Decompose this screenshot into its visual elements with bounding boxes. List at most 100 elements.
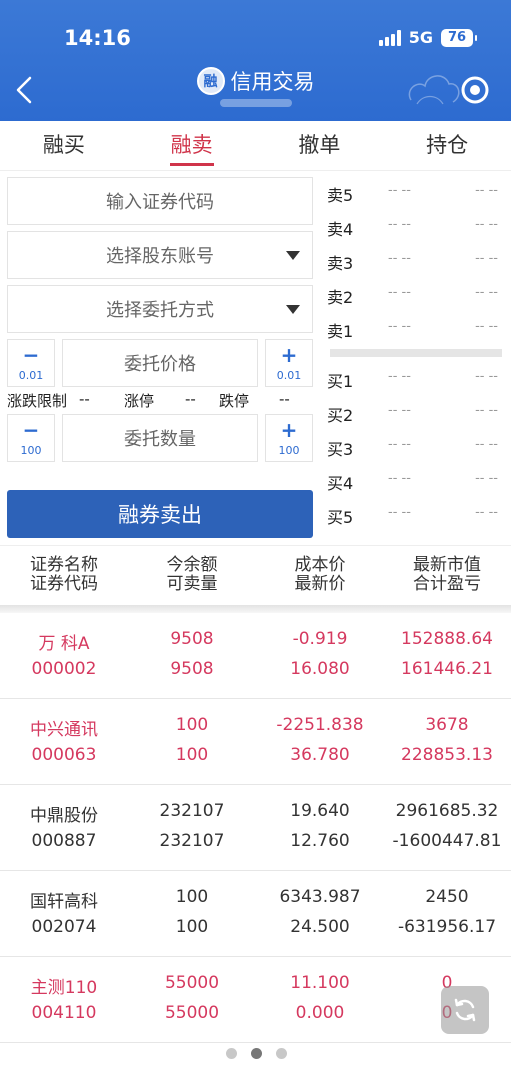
ask-volume: -- --: [475, 319, 498, 334]
sellable: 100: [175, 917, 209, 937]
ask-row[interactable]: 卖4 -- -- -- --: [322, 210, 506, 244]
total-pnl: 161446.21: [401, 659, 493, 679]
trade-tabs: 融买 融卖 撤单 持仓: [0, 121, 511, 171]
bid-row[interactable]: 买2 -- -- -- --: [322, 396, 506, 430]
page-title: 信用交易: [230, 70, 315, 94]
total-pnl: -631956.17: [397, 917, 497, 937]
status-time: 14:16: [64, 26, 131, 50]
bid-label: 买2: [327, 406, 354, 425]
order-price-input[interactable]: 委托价格: [62, 339, 258, 387]
last-price: 0.000: [295, 1003, 345, 1023]
ask-row[interactable]: 卖5 -- -- -- --: [322, 176, 506, 210]
positions-table-header: 证券名称 证券代码 今余额 可卖量 成本价 最新价 最新市值 合计盈亏: [0, 545, 511, 605]
sellable: 55000: [164, 1003, 220, 1023]
header-security-code: 证券代码: [30, 574, 98, 594]
tab-cancel-order[interactable]: 撤单: [256, 121, 384, 170]
security-code-input[interactable]: 输入证券代码: [7, 177, 313, 225]
ask-price: -- --: [388, 217, 411, 232]
bid-volume: -- --: [475, 403, 498, 418]
table-row[interactable]: 主测110 004110 55000 55000 11.100 0.000 0 …: [0, 957, 511, 1043]
orderbook-divider: [330, 349, 502, 357]
short-sell-submit-button[interactable]: 融券卖出: [7, 490, 313, 538]
header-balance-sellable: 今余额 可卖量: [128, 556, 256, 594]
bid-row[interactable]: 买1 -- -- -- --: [322, 362, 506, 396]
limit-down-label: 跌停: [219, 392, 250, 410]
ask-price: -- --: [388, 251, 411, 266]
security-code: 002074: [31, 917, 97, 937]
page-dot-active[interactable]: [251, 1048, 262, 1059]
refresh-button[interactable]: [441, 986, 489, 1034]
bid-price: -- --: [388, 505, 411, 520]
ask-label: 卖5: [327, 186, 354, 205]
header-sellable: 可卖量: [166, 574, 218, 594]
method-select-placeholder: 选择委托方式: [106, 300, 214, 321]
ask-label: 卖1: [327, 322, 354, 341]
limit-up-label: 涨停: [124, 392, 155, 410]
header-pnl: 合计盈亏: [413, 574, 481, 594]
quantity-increase-button[interactable]: + 100: [265, 414, 313, 462]
price-decrease-button[interactable]: − 0.01: [7, 339, 55, 387]
table-row[interactable]: 万 科A 000002 9508 9508 -0.919 16.080 1528…: [0, 613, 511, 699]
balance: 232107: [159, 801, 225, 821]
ask-row[interactable]: 卖2 -- -- -- --: [322, 278, 506, 312]
tab-positions[interactable]: 持仓: [383, 121, 511, 170]
rong-logo: 融: [196, 67, 225, 95]
table-row[interactable]: 中兴通讯 000063 100 100 -2251.838 36.780 367…: [0, 699, 511, 785]
ask-row[interactable]: 卖3 -- -- -- --: [322, 244, 506, 278]
tab-margin-buy[interactable]: 融买: [0, 121, 128, 170]
total-pnl: 228853.13: [401, 745, 493, 765]
market-value: 2961685.32: [395, 801, 499, 821]
limit-label: 涨跌限制: [7, 392, 68, 410]
security-name: 国轩高科: [30, 892, 98, 912]
price-step-label: 0.01: [18, 368, 44, 382]
cost-price: 11.100: [290, 973, 350, 993]
security-code: 000063: [31, 745, 97, 765]
bid-row[interactable]: 买3 -- -- -- --: [322, 430, 506, 464]
table-row[interactable]: 国轩高科 002074 100 100 6343.987 24.500 2450…: [0, 871, 511, 957]
page-dot[interactable]: [226, 1048, 237, 1059]
tab-margin-sell[interactable]: 融卖: [128, 121, 256, 170]
balance: 100: [175, 887, 209, 907]
last-price: 24.500: [290, 917, 350, 937]
quantity-decrease-button[interactable]: − 100: [7, 414, 55, 462]
price-increase-button[interactable]: + 0.01: [265, 339, 313, 387]
ask-price: -- --: [388, 319, 411, 334]
order-price-placeholder: 委托价格: [124, 354, 196, 375]
app-header: 14:16 5G 76 融 信用交易: [0, 0, 511, 121]
limit-value: --: [79, 390, 90, 408]
order-method-select[interactable]: 选择委托方式: [7, 285, 313, 333]
battery-icon: 76: [441, 28, 477, 47]
header-balance: 今余额: [166, 555, 218, 575]
table-row[interactable]: 中鼎股份 000887 232107 232107 19.640 12.760 …: [0, 785, 511, 871]
bid-price: -- --: [388, 437, 411, 452]
bid-label: 买1: [327, 372, 354, 391]
bid-volume: -- --: [475, 505, 498, 520]
sellable: 100: [175, 745, 209, 765]
minus-icon: −: [22, 342, 40, 367]
ask-volume: -- --: [475, 217, 498, 232]
page-dot[interactable]: [276, 1048, 287, 1059]
ask-row[interactable]: 卖1 -- -- -- --: [322, 312, 506, 346]
balance: 9508: [170, 629, 214, 649]
bid-price: -- --: [388, 471, 411, 486]
header-name-code: 证券名称 证券代码: [0, 556, 128, 594]
ask-price: -- --: [388, 183, 411, 198]
bid-volume: -- --: [475, 369, 498, 384]
order-quantity-input[interactable]: 委托数量: [62, 414, 258, 462]
plus-icon: +: [280, 417, 298, 442]
bid-label: 买3: [327, 440, 354, 459]
price-limit-row: 涨跌限制 -- 涨停 -- 跌停 --: [7, 390, 313, 410]
balance: 55000: [164, 973, 220, 993]
ask-label: 卖3: [327, 254, 354, 273]
target-icon[interactable]: [459, 74, 491, 106]
security-code: 000002: [31, 659, 97, 679]
cost-price: -2251.838: [276, 715, 364, 735]
bid-row[interactable]: 买5 -- -- -- --: [322, 498, 506, 532]
dropdown-arrow-icon: [286, 305, 300, 314]
ask-label: 卖2: [327, 288, 354, 307]
market-value: 2450: [425, 887, 469, 907]
bid-row[interactable]: 买4 -- -- -- --: [322, 464, 506, 498]
bid-price: -- --: [388, 403, 411, 418]
shareholder-account-select[interactable]: 选择股东账号: [7, 231, 313, 279]
price-step-label: 0.01: [276, 368, 302, 382]
